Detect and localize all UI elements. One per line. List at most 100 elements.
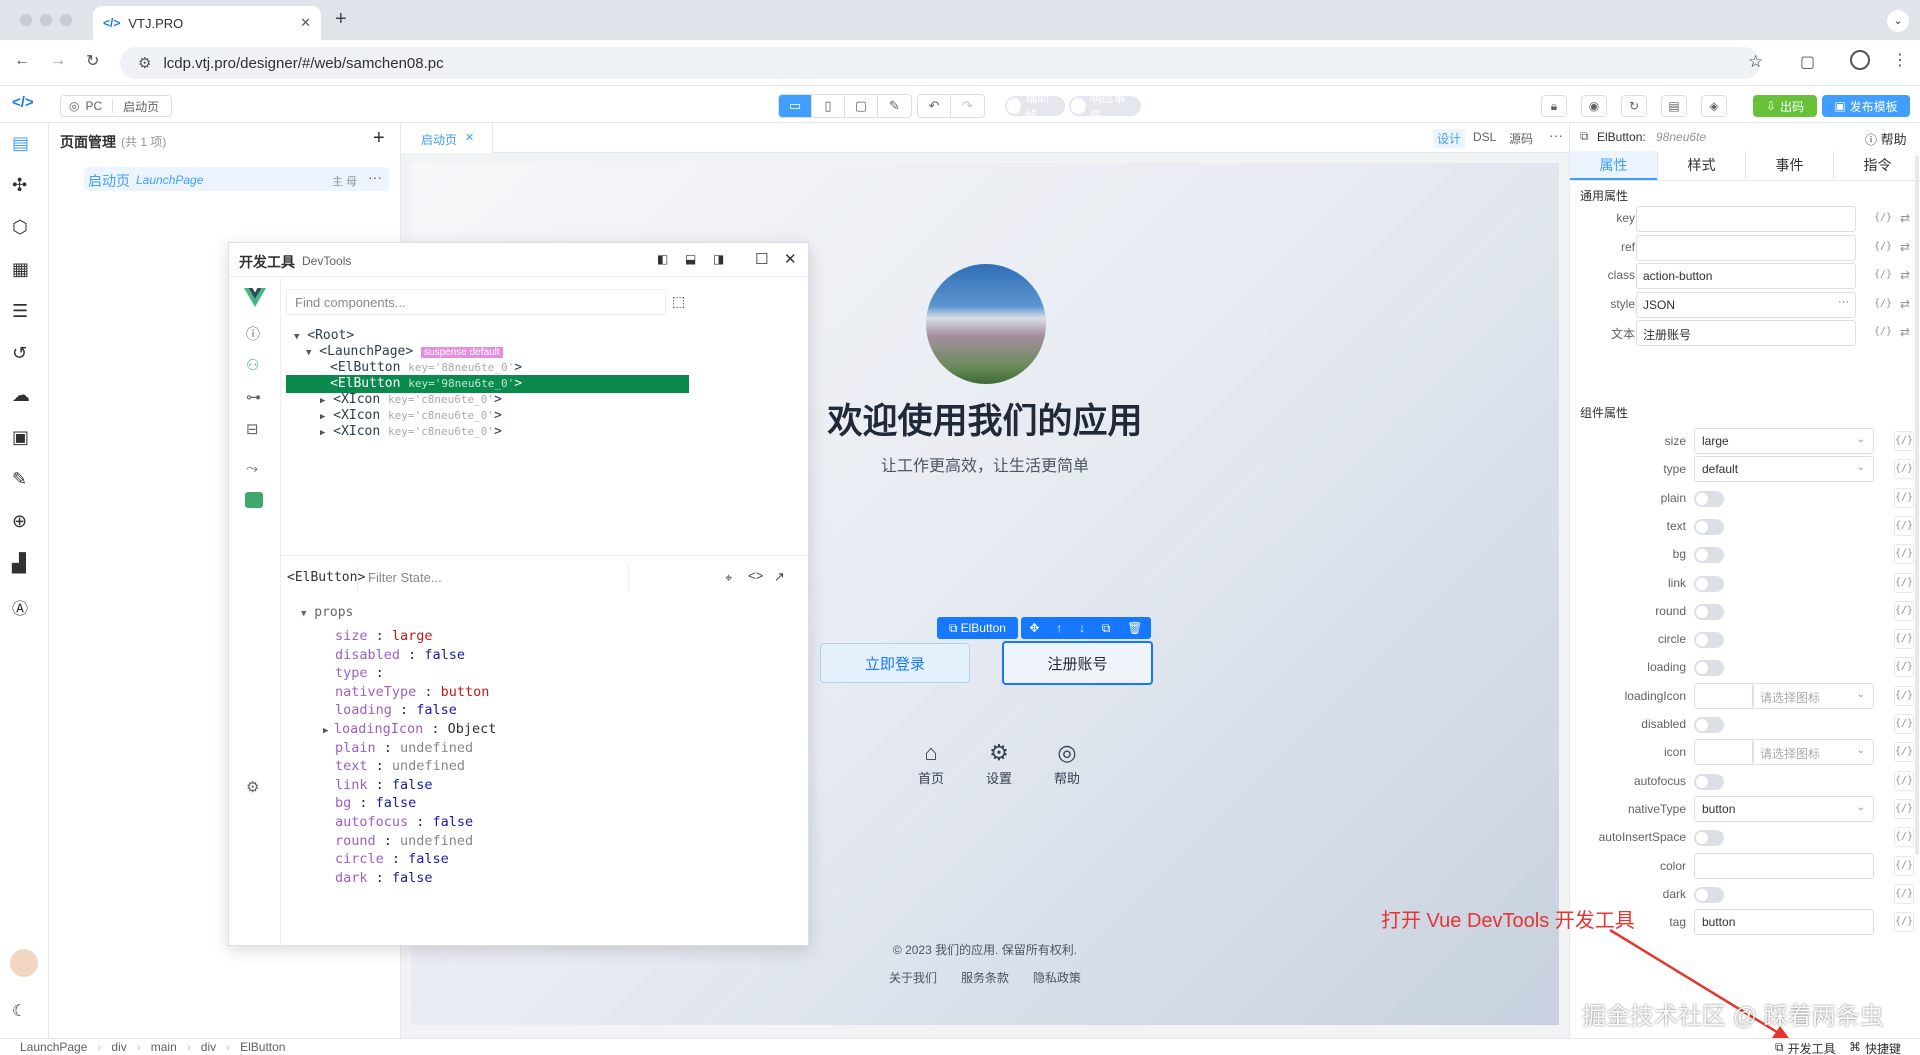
breadcrumb-item[interactable]: div bbox=[201, 1040, 216, 1054]
apps-icon[interactable]: ▣ bbox=[12, 427, 36, 451]
bind-icon[interactable]: {/} bbox=[1894, 827, 1914, 848]
globe-icon[interactable]: ⊕ bbox=[12, 511, 36, 535]
swap-icon[interactable]: ⇄ bbox=[1896, 322, 1914, 342]
prop-switch[interactable] bbox=[1694, 490, 1724, 507]
save-icon[interactable]: ▤ bbox=[1661, 95, 1687, 117]
page-item-more-icon[interactable]: ··· bbox=[368, 169, 382, 185]
bind-icon[interactable]: {/} bbox=[1894, 855, 1914, 876]
find-components-input[interactable]: Find components... bbox=[286, 289, 666, 315]
bind-icon[interactable]: {/} bbox=[1894, 742, 1914, 763]
bind-icon[interactable]: {/} bbox=[1894, 629, 1914, 650]
scrollbar[interactable] bbox=[1915, 155, 1919, 855]
bind-icon[interactable]: {/} bbox=[1894, 600, 1914, 621]
mode-source-tab[interactable]: 源码 bbox=[1509, 130, 1533, 147]
close-icon[interactable]: ✕ bbox=[300, 15, 311, 31]
prop-row[interactable]: dark : false bbox=[335, 867, 433, 889]
profile-icon[interactable] bbox=[1850, 50, 1870, 70]
pen-icon[interactable]: ✎ bbox=[878, 95, 911, 117]
tab-attributes[interactable]: 属性 bbox=[1570, 151, 1657, 180]
filter-state-input[interactable]: Filter State... bbox=[357, 565, 629, 591]
bind-icon[interactable]: {/} bbox=[1894, 459, 1914, 480]
prop-input[interactable] bbox=[1636, 206, 1856, 232]
prop-switch[interactable] bbox=[1694, 547, 1724, 564]
nav-help[interactable]: ◎ 帮助 bbox=[1037, 740, 1097, 787]
swap-icon[interactable]: ⇄ bbox=[1896, 294, 1914, 314]
prop-select[interactable]: button ⌄ bbox=[1694, 795, 1874, 822]
props-section[interactable]: ▼ props bbox=[301, 605, 353, 620]
bind-icon[interactable]: {/} bbox=[1894, 798, 1914, 819]
breadcrumb-item[interactable]: main bbox=[151, 1040, 177, 1054]
bind-icon[interactable]: {/} bbox=[1874, 294, 1892, 314]
dock-right-icon[interactable]: ◨ bbox=[713, 252, 724, 266]
site-settings-icon[interactable]: ⚙ bbox=[138, 54, 151, 72]
dock-left-icon[interactable]: ◧ bbox=[657, 252, 668, 266]
desktop-icon[interactable]: ▭ bbox=[779, 95, 812, 117]
expand-caret-icon[interactable]: ▶ bbox=[323, 726, 334, 736]
pages-icon[interactable]: ▤ bbox=[12, 133, 36, 157]
bind-icon[interactable]: {/} bbox=[1874, 322, 1892, 342]
mobile-icon[interactable]: ▯ bbox=[812, 95, 845, 117]
icon-preview[interactable] bbox=[1694, 739, 1754, 766]
bind-icon[interactable]: {/} bbox=[1894, 431, 1914, 451]
ai-assistant-icon[interactable]: Ⓐ bbox=[12, 595, 36, 619]
add-page-icon[interactable]: + bbox=[373, 127, 385, 150]
page-list-item[interactable]: 启动页 LaunchPage 主 母 ··· bbox=[84, 167, 389, 191]
response-event-toggle[interactable]: 响应事件 bbox=[1069, 91, 1141, 122]
bind-icon[interactable]: {/} bbox=[1874, 265, 1892, 285]
blocks-icon[interactable]: ⬡ bbox=[12, 217, 36, 241]
prop-input[interactable]: action-button bbox=[1636, 263, 1856, 289]
trash-icon[interactable]: 🗑︎ bbox=[1127, 621, 1142, 635]
prop-input[interactable]: 注册账号 bbox=[1636, 320, 1856, 346]
page-selector[interactable]: ◎ PC 启动页 bbox=[60, 95, 172, 117]
redo-icon[interactable]: ↷ bbox=[951, 95, 984, 117]
ai-icon[interactable]: ◈ bbox=[1701, 95, 1727, 117]
close-icon[interactable]: ✕ bbox=[465, 131, 474, 144]
prop-select[interactable]: default ⌄ bbox=[1694, 456, 1874, 483]
router-icon[interactable]: ⤳ bbox=[246, 460, 258, 477]
bind-icon[interactable]: {/} bbox=[1894, 770, 1914, 791]
help-link[interactable]: ⓘ 帮助 bbox=[1865, 129, 1907, 148]
window-zoom-dot[interactable] bbox=[60, 14, 72, 26]
bind-icon[interactable]: {/} bbox=[1894, 487, 1914, 508]
more-icon[interactable]: ··· bbox=[1549, 127, 1563, 143]
prop-switch[interactable] bbox=[1694, 660, 1724, 677]
bind-icon[interactable]: {/} bbox=[1894, 883, 1914, 904]
prop-input[interactable]: JSON bbox=[1636, 291, 1856, 318]
address-bar[interactable]: ⚙ lcdp.vtj.pro/designer/#/web/samchen08.… bbox=[120, 47, 1760, 79]
nav-settings[interactable]: ⚙ 设置 bbox=[969, 740, 1029, 787]
icon-select[interactable]: 请选择图标 ⌄ bbox=[1752, 682, 1874, 709]
arrow-up-icon[interactable]: ↑ bbox=[1056, 621, 1062, 635]
prop-select[interactable]: large ⌄ bbox=[1694, 428, 1874, 454]
bind-icon[interactable]: {/} bbox=[1894, 515, 1914, 536]
bind-icon[interactable]: {/} bbox=[1874, 208, 1892, 228]
mode-design-tab[interactable]: 设计 bbox=[1433, 129, 1466, 148]
prop-input[interactable] bbox=[1636, 234, 1856, 261]
new-tab-icon[interactable]: + bbox=[335, 8, 347, 31]
tab-events[interactable]: 事件 bbox=[1745, 151, 1833, 180]
bind-icon[interactable]: {/} bbox=[1894, 572, 1914, 593]
export-code-button[interactable]: ⇩ 出码 bbox=[1753, 95, 1817, 117]
window-minimize-dot[interactable] bbox=[40, 14, 52, 26]
outline-icon[interactable]: ☰ bbox=[12, 301, 36, 325]
reload-icon[interactable]: ↻ bbox=[86, 51, 99, 71]
chart-icon[interactable]: ▟ bbox=[12, 553, 36, 577]
prop-switch[interactable] bbox=[1694, 518, 1724, 535]
copy-icon[interactable]: ⧉ bbox=[1102, 621, 1111, 636]
breadcrumb-item[interactable]: ElButton bbox=[240, 1040, 285, 1054]
lock-icon[interactable]: 🔒︎ bbox=[1541, 95, 1567, 117]
prop-switch[interactable] bbox=[1694, 632, 1724, 649]
extensions-icon[interactable]: ▢ bbox=[1800, 52, 1815, 72]
swap-icon[interactable]: ⇄ bbox=[1896, 237, 1914, 257]
editor-tab-launch[interactable]: 启动页 ✕ bbox=[401, 123, 493, 153]
link-privacy[interactable]: 隐私政策 bbox=[1033, 969, 1081, 986]
breadcrumb-item[interactable]: div bbox=[111, 1040, 126, 1054]
icon-preview[interactable] bbox=[1694, 682, 1754, 709]
prop-switch[interactable] bbox=[1694, 773, 1724, 790]
moon-icon[interactable]: ☾ bbox=[12, 1001, 36, 1025]
docs-icon[interactable]: ✎ bbox=[12, 469, 36, 493]
prop-switch[interactable] bbox=[1694, 886, 1724, 903]
tab-styles[interactable]: 样式 bbox=[1657, 151, 1745, 180]
more-icon[interactable]: ··· bbox=[1838, 296, 1849, 308]
bind-icon[interactable]: {/} bbox=[1894, 685, 1914, 706]
mode-dsl-tab[interactable]: DSL bbox=[1473, 130, 1496, 144]
